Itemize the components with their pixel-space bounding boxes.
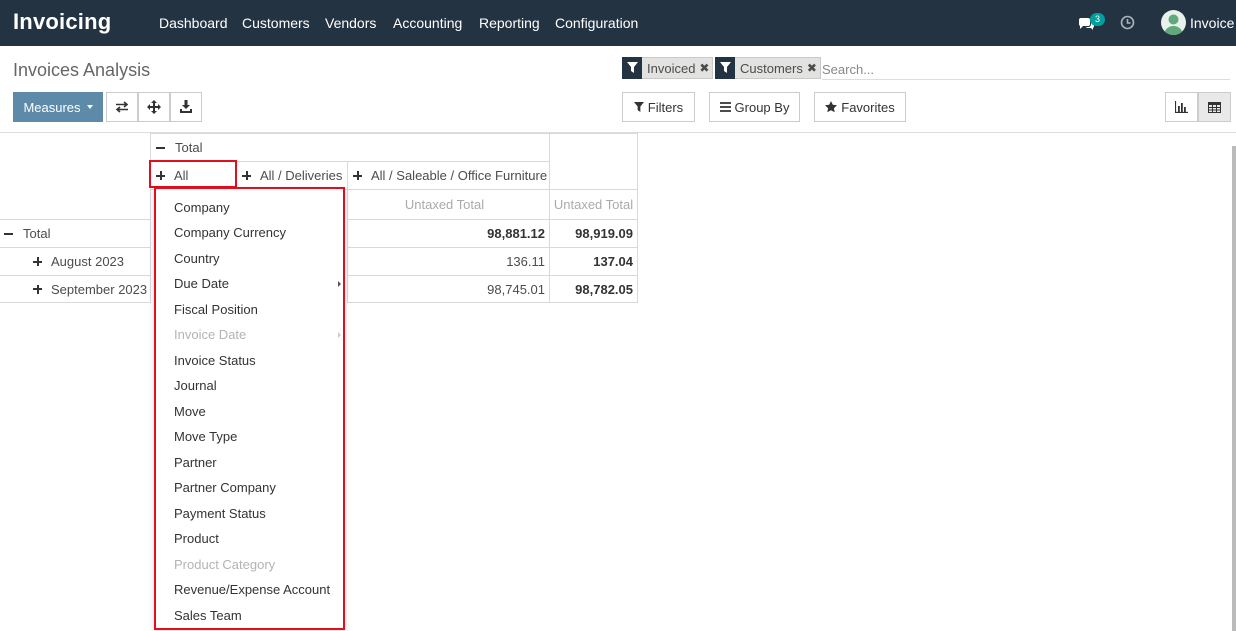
expand-all-icon — [147, 100, 161, 114]
collapse-icon — [4, 232, 13, 235]
list-icon — [719, 102, 731, 112]
menu-accounting[interactable]: Accounting — [393, 15, 462, 31]
measures-label: Measures — [23, 99, 81, 115]
facet-invoiced: Invoiced ✖ — [622, 56, 714, 79]
groupby-country[interactable]: Country — [174, 251, 220, 266]
groupby-revenue-expense-account[interactable]: Revenue/Expense Account — [174, 582, 330, 597]
measure-header-total-label: Untaxed Total — [553, 197, 634, 212]
groupby-invoice-date: Invoice Date — [174, 327, 247, 342]
filter-icon — [715, 56, 735, 79]
menu-vendors[interactable]: Vendors — [325, 15, 376, 31]
scrollbar[interactable] — [1232, 146, 1236, 631]
groupby-fiscal-position[interactable]: Fiscal Position — [174, 302, 258, 317]
facet-label: Customers — [740, 60, 803, 76]
highlight-all-header — [149, 160, 237, 188]
measure-header[interactable]: Untaxed Total — [347, 189, 550, 220]
submenu-arrow-icon — [338, 332, 341, 338]
row-header-august-2023[interactable]: August 2023 — [0, 247, 151, 276]
facet-label: Invoiced — [647, 60, 696, 76]
table-cell: 136.11 — [347, 247, 550, 276]
graph-view-button[interactable] — [1165, 92, 1198, 122]
menu-reporting[interactable]: Reporting — [479, 15, 540, 31]
row-header-september-label: September 2023 — [51, 281, 148, 297]
row-header-corner — [0, 133, 151, 220]
group-by-label: Group By — [734, 99, 790, 115]
flip-axis-button[interactable] — [106, 92, 138, 122]
download-icon — [180, 100, 192, 113]
filter-icon — [622, 56, 642, 79]
groupby-sales-team[interactable]: Sales Team — [174, 608, 242, 623]
submenu-arrow-icon — [338, 281, 341, 287]
table-cell: 137.04 — [549, 247, 638, 276]
pivot-view-button[interactable] — [1198, 92, 1231, 122]
table-cell: 98,919.09 — [549, 219, 638, 248]
search-input[interactable] — [822, 60, 1230, 80]
table-cell: 98,881.12 — [347, 219, 550, 248]
collapse-icon — [156, 146, 165, 149]
row-header-total[interactable]: Total — [0, 219, 151, 248]
favorites-button[interactable]: Favorites — [814, 92, 906, 122]
row-header-total-label: Total — [23, 226, 51, 241]
group-by-button[interactable]: Group By — [709, 92, 800, 122]
filter-icon — [633, 102, 644, 112]
filters-button[interactable]: Filters — [622, 92, 695, 122]
expand-all-button[interactable] — [138, 92, 170, 122]
expand-icon — [353, 171, 362, 180]
table-cell: 98,745.01 — [347, 275, 550, 303]
col-header-office-furniture-label: All / Saleable / Office Furniture — [371, 168, 548, 183]
expand-icon — [242, 171, 251, 180]
row-header-august-label: August 2023 — [51, 254, 125, 269]
groupby-move-type[interactable]: Move Type — [174, 429, 237, 444]
groupby-move[interactable]: Move — [174, 404, 206, 419]
menu-customers[interactable]: Customers — [242, 15, 310, 31]
favorites-label: Favorites — [841, 99, 895, 115]
groupby-dropdown: Company Company Currency Country Due Dat… — [154, 187, 345, 630]
expand-icon — [33, 284, 42, 294]
groupby-journal[interactable]: Journal — [174, 378, 217, 393]
download-button[interactable] — [170, 92, 202, 122]
col-header-deliveries-label: All / Deliveries — [260, 168, 343, 183]
user-menu[interactable]: Invoice — [1190, 15, 1234, 31]
groupby-invoice-status[interactable]: Invoice Status — [174, 353, 256, 368]
remove-facet-icon[interactable]: ✖ — [699, 61, 712, 75]
star-icon — [825, 101, 838, 113]
app-title[interactable]: Invoicing — [13, 9, 111, 35]
menu-dashboard[interactable]: Dashboard — [159, 15, 228, 31]
groupby-product-category: Product Category — [174, 557, 276, 572]
flip-axis-icon — [115, 101, 129, 113]
col-header-grand-total — [549, 133, 638, 191]
table-cell: 98,782.05 — [549, 275, 638, 303]
col-header-total[interactable]: Total — [150, 133, 550, 162]
groupby-partner[interactable]: Partner — [174, 455, 217, 470]
groupby-company[interactable]: Company — [174, 200, 230, 215]
clock-icon[interactable] — [1120, 15, 1135, 30]
groupby-payment-status[interactable]: Payment Status — [174, 506, 266, 521]
col-header-deliveries[interactable]: All / Deliveries — [236, 161, 348, 190]
col-header-total-label: Total — [175, 140, 203, 155]
filters-label: Filters — [647, 99, 684, 115]
groupby-partner-company[interactable]: Partner Company — [174, 480, 276, 495]
col-header-office-furniture[interactable]: All / Saleable / Office Furniture — [347, 161, 550, 190]
chat-badge: 3 — [1090, 13, 1105, 26]
user-avatar-icon — [1164, 14, 1183, 35]
remove-facet-icon[interactable]: ✖ — [807, 61, 820, 75]
bar-chart-icon — [1175, 101, 1188, 113]
measure-header-total[interactable]: Untaxed Total — [549, 189, 638, 220]
groupby-product[interactable]: Product — [174, 531, 219, 546]
expand-icon — [33, 257, 42, 266]
groupby-due-date[interactable]: Due Date — [174, 276, 229, 291]
avatar[interactable] — [1161, 10, 1186, 35]
row-header-september-2023[interactable]: September 2023 — [0, 275, 151, 303]
groupby-company-currency[interactable]: Company Currency — [174, 225, 286, 240]
table-icon — [1208, 101, 1221, 113]
measure-header-label: Untaxed Total — [404, 197, 485, 212]
caret-down-icon — [86, 105, 93, 109]
facet-customers: Customers ✖ — [715, 56, 821, 79]
page-title: Invoices Analysis — [13, 60, 151, 80]
measures-button[interactable]: Measures — [13, 92, 103, 122]
menu-configuration[interactable]: Configuration — [555, 15, 638, 31]
top-navbar: Invoicing Dashboard Customers Vendors Ac… — [0, 0, 1236, 46]
